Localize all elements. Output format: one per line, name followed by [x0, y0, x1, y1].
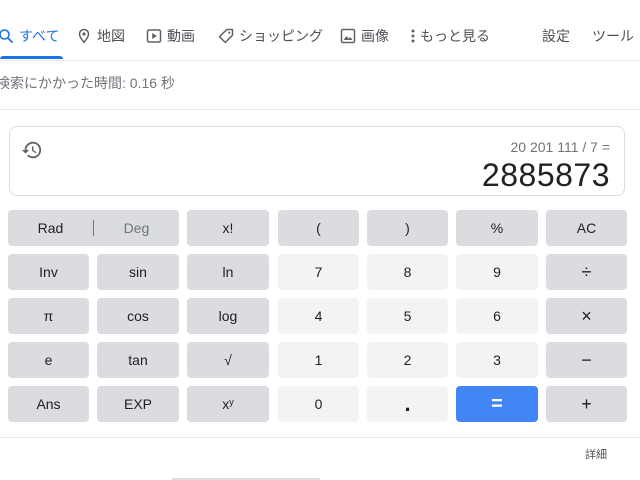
map-pin-icon [76, 28, 92, 44]
digit-5-button[interactable]: 5 [367, 298, 448, 334]
tab-more[interactable]: もっと見る [409, 26, 490, 46]
percent-button[interactable]: % [456, 210, 538, 246]
power-exponent: y [229, 397, 234, 407]
digit-3-button[interactable]: 3 [456, 342, 538, 378]
digit-4-button[interactable]: 4 [278, 298, 359, 334]
tan-button[interactable]: tan [97, 342, 179, 378]
tab-label: 動画 [167, 28, 195, 44]
deg-button[interactable]: Deg [94, 210, 179, 246]
digit-2-button[interactable]: 2 [367, 342, 448, 378]
search-tabs: すべて 地図 動画 ショッピング 画像 もっと見る 設定 ツール [0, 0, 640, 61]
log-button[interactable]: log [187, 298, 269, 334]
settings-link[interactable]: 設定 [542, 26, 570, 46]
tab-label: ショッピング [239, 28, 323, 44]
minus-button[interactable]: − [546, 342, 627, 378]
tab-images[interactable]: 画像 [340, 26, 389, 46]
more-vert-icon [409, 28, 417, 44]
inverse-button[interactable]: Inv [8, 254, 89, 290]
result-stats: 検索にかかった時間: 0.16 秒 [0, 75, 175, 91]
divide-button[interactable]: ÷ [546, 254, 627, 290]
tab-videos[interactable]: 動画 [146, 26, 195, 46]
digit-8-button[interactable]: 8 [367, 254, 448, 290]
calculator-display: 20 201 111 / 7 = 2885873 [9, 126, 625, 196]
digit-7-button[interactable]: 7 [278, 254, 359, 290]
divider [0, 437, 640, 438]
search-icon [0, 28, 14, 44]
decimal-point-button[interactable]: . [367, 386, 448, 422]
pi-button[interactable]: π [8, 298, 89, 334]
divider [0, 109, 640, 110]
tools-link[interactable]: ツール [592, 26, 634, 46]
answer-button[interactable]: Ans [8, 386, 89, 422]
cos-button[interactable]: cos [97, 298, 179, 334]
tab-label: 地図 [97, 28, 125, 44]
plus-button[interactable]: + [546, 386, 627, 422]
equals-button[interactable]: = [456, 386, 538, 422]
history-icon[interactable] [21, 139, 43, 161]
digit-1-button[interactable]: 1 [278, 342, 359, 378]
right-paren-button[interactable]: ) [367, 210, 448, 246]
rad-button[interactable]: Rad [8, 210, 93, 246]
factorial-button[interactable]: x! [187, 210, 269, 246]
euler-button[interactable]: e [8, 342, 89, 378]
tab-maps[interactable]: 地図 [76, 26, 125, 46]
video-icon [146, 28, 162, 44]
left-paren-button[interactable]: ( [278, 210, 359, 246]
power-button[interactable]: xy [187, 386, 269, 422]
rad-deg-toggle: Rad Deg [8, 210, 179, 246]
ln-button[interactable]: ln [187, 254, 269, 290]
tag-icon [218, 28, 234, 44]
digit-6-button[interactable]: 6 [456, 298, 538, 334]
tab-all[interactable]: すべて [0, 26, 59, 46]
active-tab-indicator [0, 56, 63, 59]
sqrt-button[interactable]: √ [187, 342, 269, 378]
calculator-expression: 20 201 111 / 7 = [510, 139, 610, 155]
tab-label: もっと見る [420, 28, 490, 44]
sin-button[interactable]: sin [97, 254, 179, 290]
digit-0-button[interactable]: 0 [278, 386, 359, 422]
tab-shopping[interactable]: ショッピング [218, 26, 323, 46]
multiply-button[interactable]: × [546, 298, 627, 334]
calculator-result: 2885873 [481, 157, 610, 193]
digit-9-button[interactable]: 9 [456, 254, 538, 290]
power-base: x [222, 396, 230, 412]
tab-label: 画像 [361, 28, 389, 44]
all-clear-button[interactable]: AC [546, 210, 627, 246]
tab-label: すべて [19, 28, 60, 44]
exp-button[interactable]: EXP [97, 386, 179, 422]
details-link[interactable]: 詳細 [585, 446, 607, 462]
image-icon [340, 28, 356, 44]
